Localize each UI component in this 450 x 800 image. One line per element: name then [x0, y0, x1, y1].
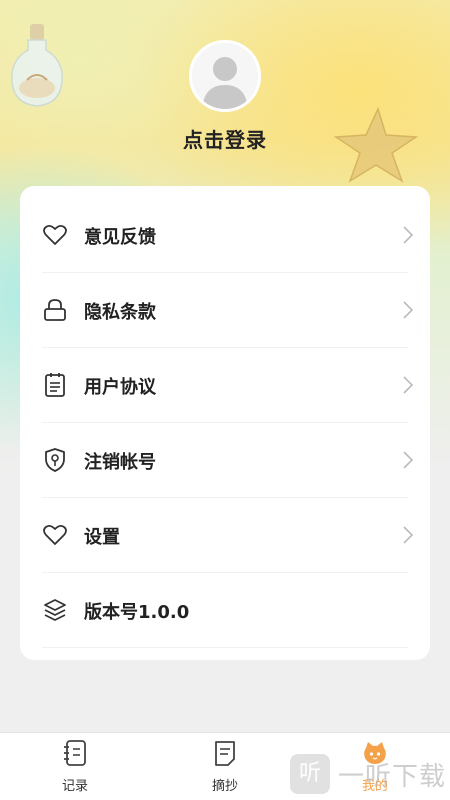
chevron-right-icon: [403, 526, 414, 544]
menu-item-label: 设置: [84, 527, 120, 548]
note-icon: [215, 741, 235, 766]
tab-records[interactable]: 记录: [35, 739, 115, 799]
heart-icon: [43, 524, 67, 545]
chevron-right-icon: [403, 451, 414, 469]
menu-card: 意见反馈 隐私条款 用户协议 注销帐号 设置 版本号1.0.0: [20, 186, 430, 660]
watermark-text: 一听下载: [338, 762, 447, 792]
chevron-right-icon: [403, 226, 414, 244]
layers-icon: [44, 599, 66, 621]
menu-item-label: 注销帐号: [84, 452, 156, 473]
menu-item-delete-account[interactable]: 注销帐号: [42, 423, 414, 498]
clipboard-icon: [45, 373, 65, 397]
notebook-icon: [64, 740, 86, 766]
menu-item-label: 用户协议: [84, 377, 156, 398]
tab-label: 记录: [61, 779, 88, 794]
menu-item-version: 版本号1.0.0: [42, 573, 408, 648]
chevron-right-icon: [403, 301, 414, 319]
menu-item-label: 隐私条款: [84, 302, 156, 323]
menu-item-user-agreement[interactable]: 用户协议: [42, 348, 414, 423]
chevron-right-icon: [403, 376, 414, 394]
menu-item-feedback[interactable]: 意见反馈: [42, 198, 414, 273]
menu-item-settings[interactable]: 设置: [42, 498, 414, 573]
watermark: 听 一听下载: [290, 754, 450, 800]
menu-item-label: 意见反馈: [84, 227, 156, 248]
shield-key-icon: [45, 448, 65, 472]
login-link[interactable]: 点击登录: [0, 124, 450, 153]
watermark-logo: 听: [290, 754, 330, 794]
menu-item-privacy[interactable]: 隐私条款: [42, 273, 414, 348]
tab-excerpts[interactable]: 摘抄: [185, 739, 265, 799]
tab-label: 摘抄: [211, 779, 238, 794]
avatar[interactable]: [189, 40, 261, 112]
heart-icon: [43, 224, 67, 245]
version-label: 版本号1.0.0: [84, 602, 190, 623]
bottle-illustration: [11, 24, 63, 107]
lock-icon: [44, 299, 66, 321]
user-silhouette-icon: [202, 57, 248, 109]
